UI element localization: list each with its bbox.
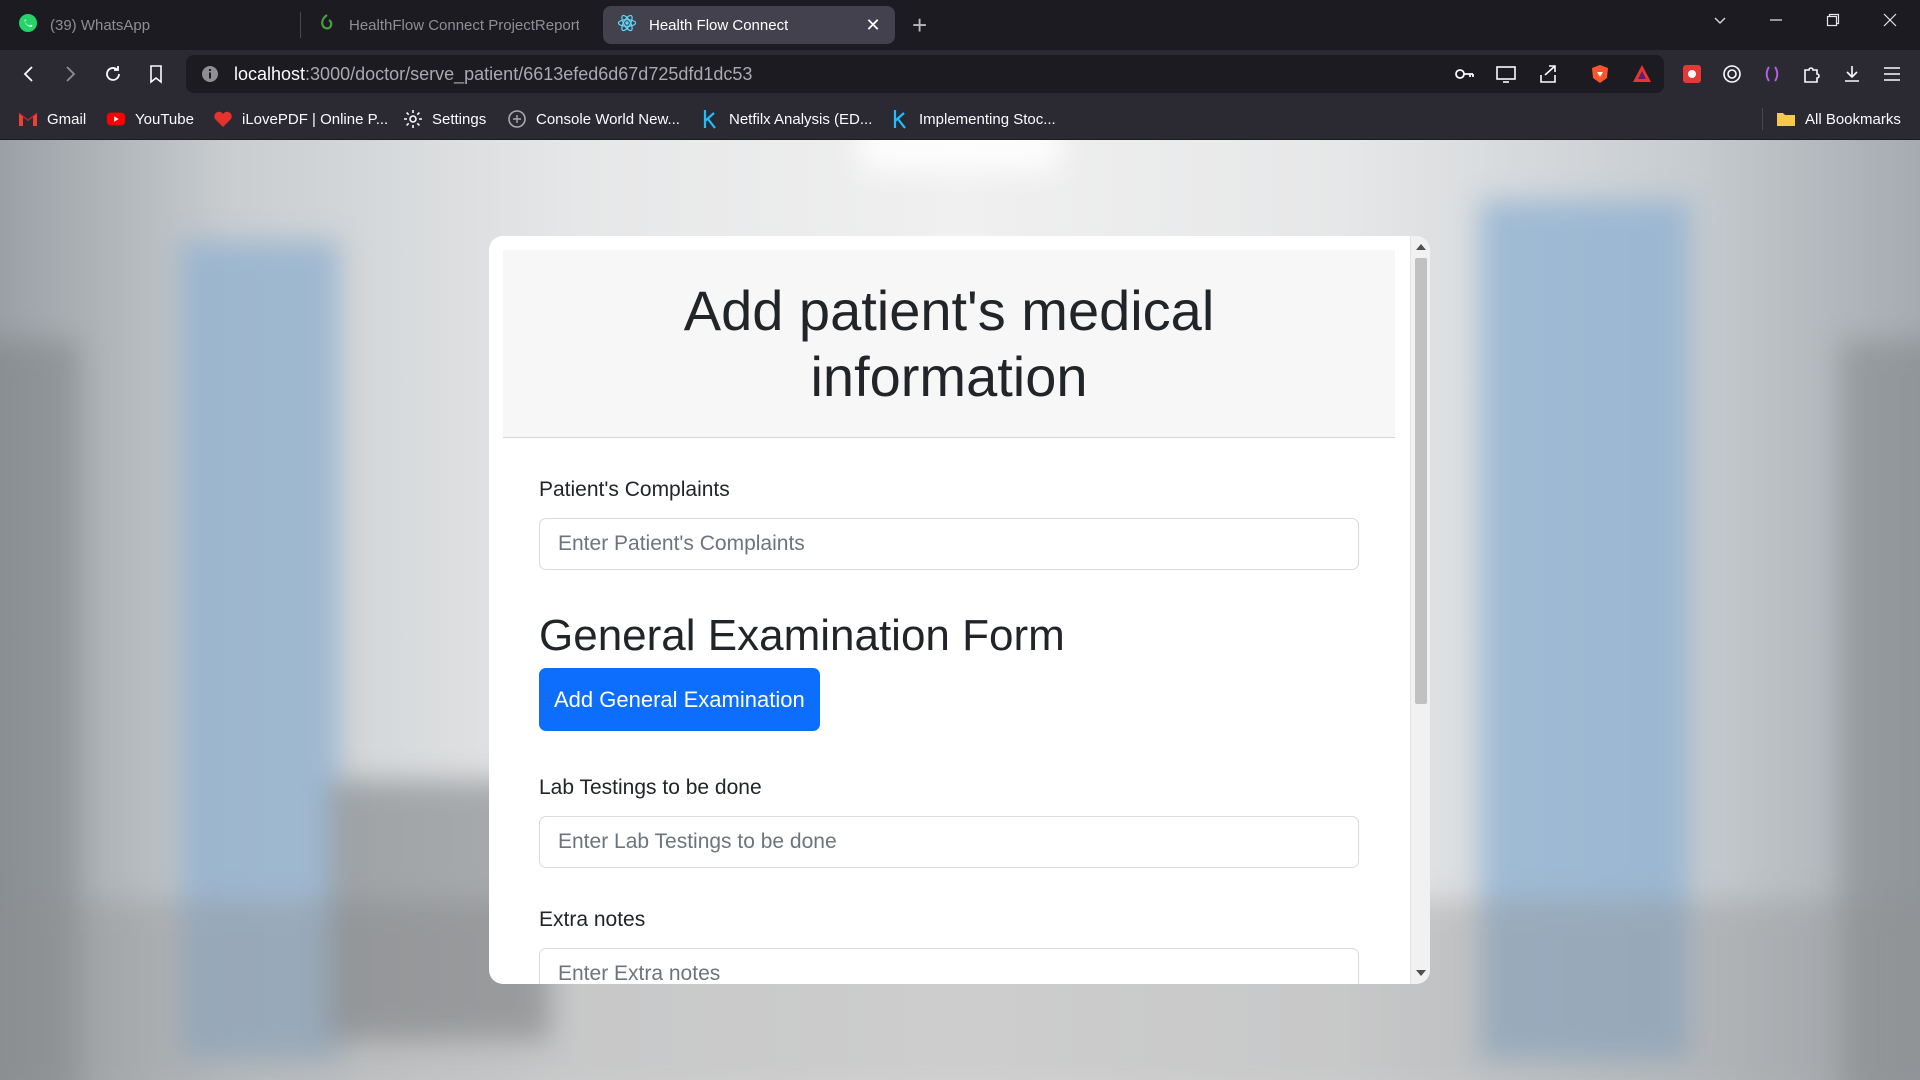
bookmark-ilovepdf[interactable]: iLovePDF | Online P... <box>213 107 388 131</box>
navigation-toolbar: localhost:3000/doctor/serve_patient/6613… <box>0 50 1920 98</box>
tab-strip: (39) WhatsApp HealthFlow Connect Project… <box>0 0 1920 50</box>
cast-icon[interactable] <box>1494 62 1518 86</box>
bookmarks-bar: Gmail YouTube iLovePDF | Online P... Set… <box>0 98 1920 140</box>
background-image <box>860 140 1060 170</box>
scrollbar-thumb[interactable] <box>1415 258 1427 704</box>
extra-notes-input[interactable] <box>539 948 1359 984</box>
lab-tests-input[interactable] <box>539 816 1359 868</box>
download-icon[interactable] <box>1840 62 1864 86</box>
tab-title: HealthFlow Connect ProjectReport - <box>349 16 579 34</box>
close-window-icon[interactable] <box>1870 0 1910 40</box>
bookmark-youtube[interactable]: YouTube <box>106 107 194 131</box>
medical-info-card: Add patient's medical information Patien… <box>489 236 1430 984</box>
site-info-icon[interactable] <box>200 64 220 89</box>
extension-tool-icon[interactable] <box>1680 62 1704 86</box>
gmail-icon <box>18 109 38 129</box>
ilovepdf-icon <box>213 109 233 129</box>
menu-hamburger-icon[interactable] <box>1880 62 1904 86</box>
bookmark-console-world[interactable]: Console World New... <box>507 107 680 131</box>
whatsapp-icon <box>18 13 38 37</box>
tab-separator <box>300 12 301 38</box>
forward-arrow-icon[interactable] <box>56 60 84 88</box>
brave-shield-icon[interactable] <box>1588 62 1612 86</box>
share-icon[interactable] <box>1536 62 1560 86</box>
console-icon <box>507 109 527 129</box>
react-icon <box>617 13 637 37</box>
bookmark-label: Console World New... <box>536 110 680 128</box>
overleaf-icon <box>317 13 337 37</box>
scroll-up-arrow-icon[interactable] <box>1416 244 1426 250</box>
back-arrow-icon[interactable] <box>15 60 43 88</box>
lab-tests-label: Lab Testings to be done <box>539 776 762 799</box>
card-header: Add patient's medical information <box>503 250 1395 438</box>
card-body: Patient's Complaints General Examination… <box>503 478 1395 984</box>
tab-list-chevron-icon[interactable] <box>1700 0 1740 40</box>
minimize-icon[interactable] <box>1756 0 1796 40</box>
key-icon[interactable] <box>1452 62 1476 86</box>
bookmark-label: YouTube <box>135 110 194 128</box>
card-content: Add patient's medical information Patien… <box>503 250 1395 984</box>
all-bookmarks-button[interactable]: All Bookmarks <box>1776 107 1901 131</box>
page-title: Add patient's medical information <box>683 278 1215 408</box>
url-path: :3000/doctor/serve_patient/6613efed6d67d… <box>305 63 753 84</box>
bookmark-label: All Bookmarks <box>1805 110 1901 128</box>
complaints-label: Patient's Complaints <box>539 478 730 501</box>
tab-title: Health Flow Connect <box>649 16 789 34</box>
bookmark-label: iLovePDF | Online P... <box>242 110 389 128</box>
complaints-input[interactable] <box>539 518 1359 570</box>
bookmark-label: Gmail <box>47 110 87 128</box>
page-viewport: Add patient's medical information Patien… <box>0 140 1920 1080</box>
bookmark-label: Implementing Stoc... <box>919 110 1056 128</box>
new-tab-button[interactable]: + <box>912 10 927 41</box>
extensions-puzzle-icon[interactable] <box>1800 62 1824 86</box>
bookmark-gmail[interactable]: Gmail <box>18 107 86 131</box>
tab-title: (39) WhatsApp <box>50 16 151 34</box>
reload-icon[interactable] <box>99 60 127 88</box>
bookmark-implementing-stoc[interactable]: Implementing Stoc... <box>890 107 1056 131</box>
extra-notes-label: Extra notes <box>539 908 646 931</box>
tab-health-flow-connect[interactable]: Health Flow Connect ✕ <box>603 6 895 44</box>
bookmarks-divider <box>1762 108 1763 130</box>
card-scrollbar[interactable] <box>1410 236 1430 984</box>
url-host: localhost <box>234 63 306 84</box>
kaggle-icon <box>890 109 910 129</box>
bookmark-label: Netfilx Analysis (ED... <box>729 110 873 128</box>
youtube-icon <box>106 109 126 129</box>
parentheses-extension-icon[interactable] <box>1760 62 1784 86</box>
bookmark-netflix-analysis[interactable]: Netfilx Analysis (ED... <box>700 107 872 131</box>
tab-healthflow-report[interactable]: HealthFlow Connect ProjectReport - <box>303 6 593 44</box>
scroll-down-arrow-icon[interactable] <box>1416 970 1426 976</box>
general-exam-title: General Examination Form <box>539 611 1065 660</box>
brave-rewards-icon[interactable] <box>1630 62 1654 86</box>
bookmark-label: Settings <box>432 110 487 128</box>
folder-icon <box>1776 109 1796 129</box>
add-general-examination-button[interactable]: Add General Examination <box>539 668 820 731</box>
bookmark-settings[interactable]: Settings <box>403 107 486 131</box>
restore-icon[interactable] <box>1813 0 1853 40</box>
tab-whatsapp[interactable]: (39) WhatsApp <box>4 6 294 44</box>
target-extension-icon[interactable] <box>1720 62 1744 86</box>
kaggle-icon <box>700 109 720 129</box>
bookmark-icon[interactable] <box>142 60 170 88</box>
close-tab-icon[interactable]: ✕ <box>863 15 883 35</box>
gear-icon <box>403 109 423 129</box>
address-bar[interactable]: localhost:3000/doctor/serve_patient/6613… <box>186 55 1664 93</box>
